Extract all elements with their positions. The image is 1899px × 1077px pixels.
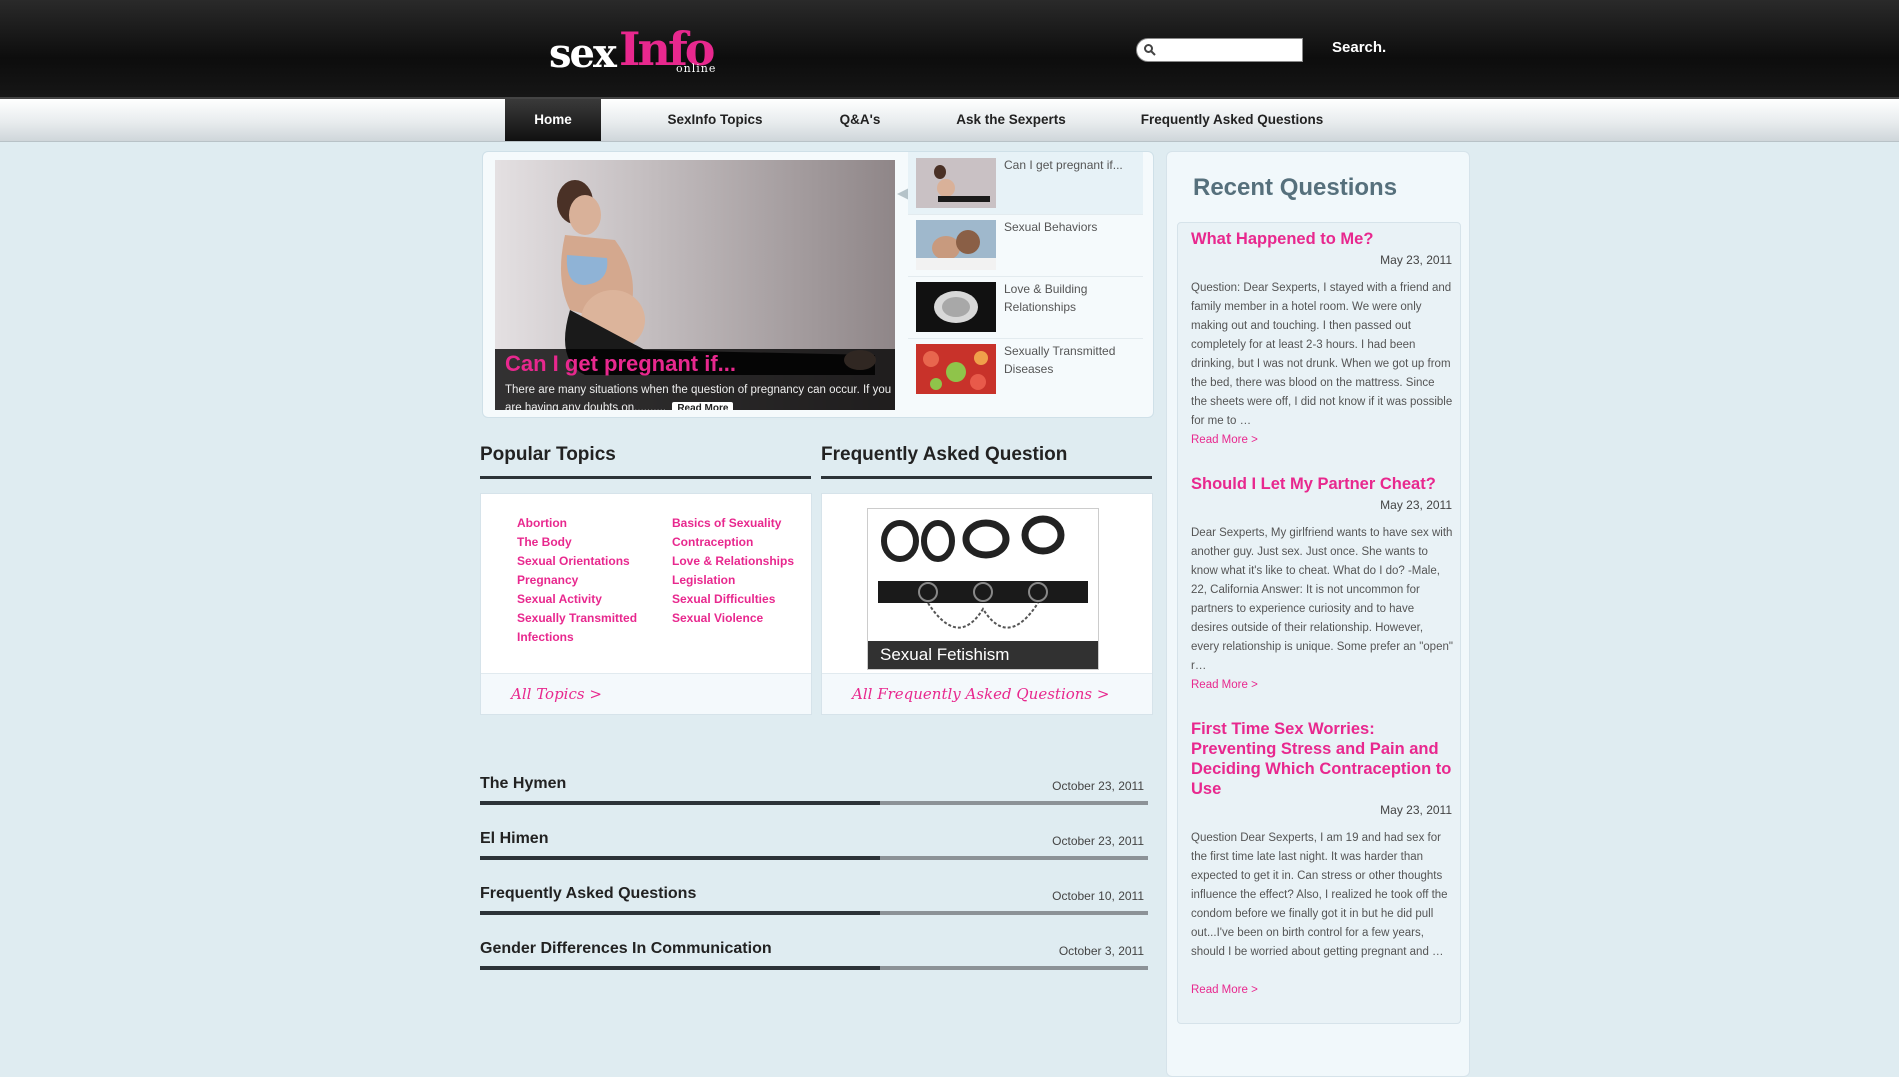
faq-footer: All Frequently Asked Questions > bbox=[822, 673, 1152, 714]
nav-qa[interactable]: Q&A's bbox=[820, 99, 900, 141]
featured-slider: Can I get pregnant if... There are many … bbox=[482, 151, 1154, 418]
article-date: October 23, 2011 bbox=[1052, 779, 1144, 793]
search-box bbox=[1136, 38, 1303, 62]
question-date: May 23, 2011 bbox=[1380, 803, 1452, 817]
topic-abortion[interactable]: Abortion bbox=[517, 514, 567, 533]
topic-sexual-difficulties[interactable]: Sexual Difficulties bbox=[672, 590, 775, 609]
topic-sexual-activity[interactable]: Sexual Activity bbox=[517, 590, 602, 609]
topic-sexual-violence[interactable]: Sexual Violence bbox=[672, 609, 763, 628]
search-icon bbox=[1143, 43, 1157, 57]
topic-basics-of-sexuality[interactable]: Basics of Sexuality bbox=[672, 514, 781, 533]
thumb-label-pregnant: Can I get pregnant if... bbox=[1004, 158, 1123, 172]
question-read-more-link[interactable]: Read More > bbox=[1191, 984, 1258, 996]
faq-heading: Frequently Asked Question bbox=[821, 444, 1068, 465]
question-excerpt: Dear Sexperts, My girlfriend wants to ha… bbox=[1191, 527, 1453, 672]
article-rule-accent bbox=[480, 856, 880, 860]
popular-topics-rule bbox=[480, 476, 811, 479]
question-title[interactable]: Should I Let My Partner Cheat? bbox=[1191, 474, 1453, 494]
thumb-image-std bbox=[916, 344, 996, 394]
featured-slide-image[interactable]: Can I get pregnant if... There are many … bbox=[495, 160, 895, 410]
all-faq-link[interactable]: All Frequently Asked Questions > bbox=[852, 685, 1109, 703]
question-date: May 23, 2011 bbox=[1380, 498, 1452, 512]
article-date: October 10, 2011 bbox=[1052, 889, 1144, 903]
popular-topics-footer: All Topics > bbox=[481, 673, 811, 714]
article-title[interactable]: El Himen bbox=[480, 830, 548, 848]
search-button[interactable]: Search. bbox=[1332, 39, 1386, 56]
topic-sti[interactable]: Sexually Transmitted Infections bbox=[517, 609, 647, 647]
logo-online-text: online bbox=[676, 62, 717, 75]
logo-sex-text: sex bbox=[549, 30, 617, 77]
topic-pregnancy[interactable]: Pregnancy bbox=[517, 571, 578, 590]
slider-thumb-std[interactable]: Sexually Transmitted Diseases bbox=[908, 338, 1143, 400]
slider-thumb-love[interactable]: Love & Building Relationships bbox=[908, 276, 1143, 339]
topic-contraception[interactable]: Contraception bbox=[672, 533, 753, 552]
question-read-more-link[interactable]: Read More > bbox=[1191, 434, 1258, 446]
thumb-image-love bbox=[916, 282, 996, 332]
recent-questions-sidebar: Recent Questions What Happened to Me? Ma… bbox=[1166, 151, 1470, 1077]
recent-questions-heading: Recent Questions bbox=[1193, 174, 1398, 201]
main-nav: Home SexInfo Topics Q&A's Ask the Sexper… bbox=[0, 99, 1899, 142]
article-title[interactable]: Gender Differences In Communication bbox=[480, 940, 772, 958]
nav-sexinfo-topics[interactable]: SexInfo Topics bbox=[650, 99, 780, 141]
thumb-label-love: Love & Building Relationships bbox=[1004, 282, 1088, 314]
topic-the-body[interactable]: The Body bbox=[517, 533, 572, 552]
thumb-label-std: Sexually Transmitted Diseases bbox=[1004, 344, 1116, 376]
thumb-image-pregnant bbox=[916, 158, 996, 208]
slider-thumb-sexual-behaviors[interactable]: Sexual Behaviors bbox=[908, 214, 1143, 277]
popular-topics-box: Abortion The Body Sexual Orientations Pr… bbox=[480, 493, 812, 715]
slide-caption-text: There are many situations when the quest… bbox=[505, 381, 895, 410]
faq-image-caption: Sexual Fetishism bbox=[868, 641, 1098, 669]
topic-sexual-orientations[interactable]: Sexual Orientations bbox=[517, 552, 630, 571]
article-date: October 23, 2011 bbox=[1052, 834, 1144, 848]
topic-love-relationships[interactable]: Love & Relationships bbox=[672, 552, 794, 571]
site-header: sex Info online Search. bbox=[0, 0, 1899, 99]
article-rule-accent bbox=[480, 966, 880, 970]
slide-caption: Can I get pregnant if... There are many … bbox=[495, 349, 895, 410]
question-excerpt: Question: Dear Sexperts, I stayed with a… bbox=[1191, 282, 1453, 427]
topic-legislation[interactable]: Legislation bbox=[672, 571, 735, 590]
question-read-more-link[interactable]: Read More > bbox=[1191, 679, 1258, 691]
article-rule-accent bbox=[480, 801, 880, 805]
article-rule-accent bbox=[480, 911, 880, 915]
nav-faq[interactable]: Frequently Asked Questions bbox=[1130, 99, 1334, 141]
slide-read-more-button[interactable]: Read More bbox=[672, 402, 734, 410]
popular-topics-heading: Popular Topics bbox=[480, 444, 616, 465]
search-input[interactable] bbox=[1159, 40, 1301, 60]
slider-thumb-pregnant[interactable]: Can I get pregnant if... bbox=[908, 152, 1143, 215]
slide-caption-title[interactable]: Can I get pregnant if... bbox=[505, 351, 736, 377]
article-item: El Himen October 23, 2011 bbox=[480, 830, 1150, 885]
faq-rule bbox=[821, 476, 1152, 479]
faq-box: Sexual Fetishism All Frequently Asked Qu… bbox=[821, 493, 1153, 715]
all-topics-link[interactable]: All Topics > bbox=[511, 685, 602, 703]
article-date: October 3, 2011 bbox=[1058, 944, 1144, 958]
article-item: Gender Differences In Communication Octo… bbox=[480, 940, 1150, 995]
article-item: The Hymen October 23, 2011 bbox=[480, 775, 1150, 830]
question-title[interactable]: First Time Sex Worries: Preventing Stres… bbox=[1191, 719, 1453, 799]
recent-questions-list: What Happened to Me? May 23, 2011 Questi… bbox=[1177, 222, 1461, 1024]
nav-ask-the-sexperts[interactable]: Ask the Sexperts bbox=[945, 99, 1077, 141]
question-excerpt: Question Dear Sexperts, I am 19 and had … bbox=[1191, 832, 1448, 958]
article-item: Frequently Asked Questions October 10, 2… bbox=[480, 885, 1150, 940]
question-title[interactable]: What Happened to Me? bbox=[1191, 229, 1453, 249]
article-title[interactable]: Frequently Asked Questions bbox=[480, 885, 696, 903]
thumb-image-sexual-behaviors bbox=[916, 220, 996, 270]
question-date: May 23, 2011 bbox=[1380, 253, 1452, 267]
faq-feature-image[interactable]: Sexual Fetishism bbox=[867, 508, 1099, 670]
thumb-label-sexual-behaviors: Sexual Behaviors bbox=[1004, 220, 1098, 234]
nav-home[interactable]: Home bbox=[505, 99, 601, 141]
article-title[interactable]: The Hymen bbox=[480, 775, 566, 793]
